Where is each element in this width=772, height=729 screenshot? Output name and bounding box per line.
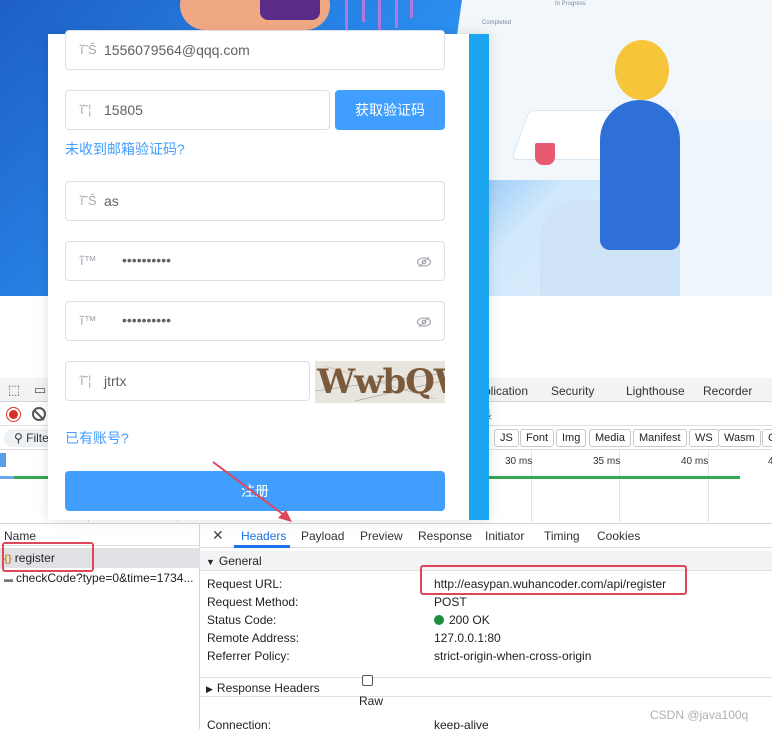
captcha-text: WwbQW xyxy=(317,362,445,402)
timeline-tick: 40 ms xyxy=(681,456,709,467)
timeline-waterfall-start xyxy=(0,476,14,479)
raw-label: Raw xyxy=(359,694,384,708)
tab-timing[interactable]: Timing xyxy=(544,529,580,543)
register-form: ĩ˜Š 1556079564@qqq.com ĩ˜¦ 15805 获取验证码 未… xyxy=(48,30,489,522)
chip-js[interactable]: JS xyxy=(494,429,519,447)
chip-media[interactable]: Media xyxy=(589,429,631,447)
tab-headers[interactable]: Headers xyxy=(241,529,286,543)
timeline-tick: 4 xyxy=(768,456,772,467)
eye-off-icon[interactable] xyxy=(416,254,432,270)
no-email-code-link[interactable]: 未收到邮箱验证码? xyxy=(65,139,185,159)
screenshot-root: Completed In Progress ⬚ ▭ plication Secu… xyxy=(0,0,772,729)
referrer-policy-key: Referrer Policy: xyxy=(207,649,290,663)
remote-address-value: 127.0.0.1:80 xyxy=(434,631,501,645)
illustration-person xyxy=(600,100,680,250)
request-method-value: POST xyxy=(434,595,467,609)
status-code-key: Status Code: xyxy=(207,613,277,627)
chip-font[interactable]: Font xyxy=(520,429,555,447)
password-field[interactable]: ĩ™ •••••••••• xyxy=(65,241,445,281)
chip-ws[interactable]: WS xyxy=(689,429,719,447)
response-headers-section-header[interactable]: ▶ Response Headers xyxy=(200,677,772,697)
inspect-icon[interactable]: ⬚ xyxy=(6,382,22,398)
general-title: General xyxy=(218,554,262,568)
timeline-tick: 30 ms xyxy=(505,456,533,467)
connection-key: Connection: xyxy=(207,718,272,729)
illustration-completed-label: Completed xyxy=(482,20,512,26)
chip-manifest[interactable]: Manifest xyxy=(633,429,687,447)
record-icon[interactable] xyxy=(7,408,20,421)
status-code-text: 200 OK xyxy=(449,613,490,627)
filter-icon: ⚲ xyxy=(14,431,27,445)
email-value: 1556079564@qqq.com xyxy=(104,42,250,58)
tab-preview[interactable]: Preview xyxy=(360,529,403,543)
email-field[interactable]: ĩ˜Š 1556079564@qqq.com xyxy=(65,30,445,70)
lock-icon: ĩ™ xyxy=(80,253,97,268)
watermark: CSDN @java100q xyxy=(650,708,749,722)
nickname-value: as xyxy=(104,193,119,209)
active-tab-indicator xyxy=(234,545,290,548)
raw-checkbox[interactable] xyxy=(362,675,373,686)
tab-initiator[interactable]: Initiator xyxy=(485,529,524,543)
remote-address-key: Remote Address: xyxy=(207,631,300,645)
timeline-handle[interactable] xyxy=(0,453,6,467)
collapse-triangle-icon: ▶ xyxy=(206,684,213,694)
tab-application[interactable]: plication xyxy=(484,384,528,398)
tab-security[interactable]: Security xyxy=(551,384,594,398)
collapse-triangle-icon: ▼ xyxy=(206,557,215,567)
request-details: ✕ Headers Payload Preview Response Initi… xyxy=(200,524,772,729)
status-code-value: 200 OK xyxy=(434,613,490,627)
connection-value: keep-alive xyxy=(434,718,489,729)
confirm-password-field[interactable]: ĩ™ •••••••••• xyxy=(65,301,445,341)
image-request-icon: ▬ xyxy=(4,574,13,584)
timeline-tick: 35 ms xyxy=(593,456,621,467)
eye-off-icon[interactable] xyxy=(416,314,432,330)
clear-icon[interactable] xyxy=(32,407,46,421)
request-url-key: Request URL: xyxy=(207,577,283,591)
captcha-value: jtrtx xyxy=(104,373,127,389)
device-toolbar-icon[interactable]: ▭ xyxy=(32,382,48,398)
chip-img[interactable]: Img xyxy=(556,429,587,447)
email-code-field[interactable]: ĩ˜¦ 15805 xyxy=(65,90,330,130)
chip-other[interactable]: C xyxy=(762,429,772,447)
lock-icon: ĩ™ xyxy=(80,313,97,328)
request-method-key: Request Method: xyxy=(207,595,299,609)
response-headers-title: Response Headers xyxy=(216,681,320,695)
tab-recorder[interactable]: Recorder xyxy=(703,384,752,398)
tab-payload[interactable]: Payload xyxy=(301,529,344,543)
get-code-button[interactable]: 获取验证码 xyxy=(335,90,445,130)
have-account-link[interactable]: 已有账号? xyxy=(65,428,129,448)
tab-cookies[interactable]: Cookies xyxy=(597,529,640,543)
chip-wasm[interactable]: Wasm xyxy=(718,429,761,447)
illustration-cup xyxy=(535,143,555,165)
user-icon: ĩ˜Š xyxy=(80,42,97,57)
illustration-head xyxy=(615,40,669,100)
code-icon: ĩ˜¦ xyxy=(80,102,92,117)
captcha-image[interactable]: WwbQW xyxy=(315,361,445,403)
tab-lighthouse[interactable]: Lighthouse xyxy=(626,384,685,398)
email-code-value: 15805 xyxy=(104,102,143,118)
filter-label: Filte xyxy=(26,431,49,445)
register-highlight-box xyxy=(2,542,94,572)
illustration-sleeve xyxy=(260,0,320,20)
annotation-arrow xyxy=(212,461,292,522)
tab-response[interactable]: Response xyxy=(418,529,472,543)
captcha-field[interactable]: ĩ˜¦ jtrtx xyxy=(65,361,310,401)
status-ok-dot xyxy=(434,615,444,625)
referrer-policy-value: strict-origin-when-cross-origin xyxy=(434,649,592,663)
nickname-field[interactable]: ĩ˜Š as xyxy=(65,181,445,221)
url-highlight-box xyxy=(420,565,687,595)
code-icon: ĩ˜¦ xyxy=(80,373,92,388)
illustration-progress-label: In Progress xyxy=(555,1,586,7)
user-icon: ĩ˜Š xyxy=(80,193,97,208)
request-name: checkCode?type=0&time=1734... xyxy=(16,571,194,585)
confirm-password-value: •••••••••• xyxy=(122,312,172,328)
password-value: •••••••••• xyxy=(122,252,172,268)
